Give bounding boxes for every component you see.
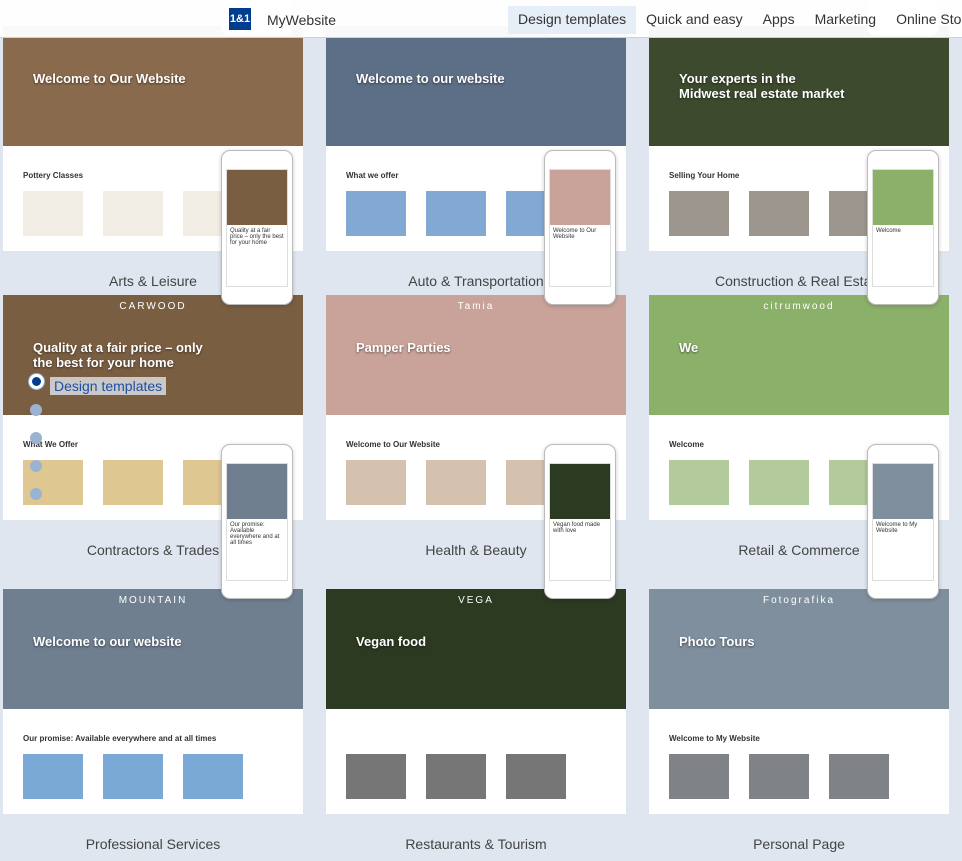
preview-content-image: [669, 191, 729, 236]
mobile-preview-screen: Welcome to My Website: [872, 463, 934, 581]
mobile-preview-screen: Our promise: Available everywhere and at…: [226, 463, 288, 581]
product-name[interactable]: MyWebsite: [267, 12, 336, 28]
preview-hero-image: MOUNTAIN Welcome to our website: [3, 589, 303, 709]
pager-dot[interactable]: [30, 404, 42, 416]
preview-headline: Welcome to our website: [356, 71, 505, 86]
pager-dot[interactable]: [30, 460, 42, 472]
preview-section-title: Pottery Classes: [23, 171, 84, 180]
preview-headline: Welcome to our website: [33, 634, 182, 649]
mobile-hero-image: [873, 170, 933, 225]
mobile-preview-title: Quality at a fair price – only the best …: [230, 228, 284, 246]
preview-content-image: [346, 191, 406, 236]
preview-content-image: [426, 460, 486, 505]
preview-headline: Pamper Parties: [356, 340, 451, 355]
nav-item-marketing[interactable]: Marketing: [805, 6, 886, 34]
preview-section-title: Selling Your Home: [669, 171, 740, 180]
template-category-label[interactable]: Personal Page: [649, 836, 949, 852]
preview-hero-image: Welcome to our website: [326, 26, 626, 146]
template-preview[interactable]: VEGA Vegan food: [326, 589, 626, 814]
preview-content-image: [103, 191, 163, 236]
preview-content-image: [103, 754, 163, 799]
mobile-preview-title: Welcome: [876, 228, 901, 234]
brand-logo[interactable]: 1&1: [229, 8, 251, 30]
preview-headline: Vegan food: [356, 634, 427, 649]
mobile-hero-image: [227, 464, 287, 519]
template-category-label[interactable]: Restaurants & Tourism: [326, 836, 626, 852]
preview-headline: Quality at a fair price – only the best …: [33, 340, 203, 370]
mobile-preview-screen: Vegan food made with love: [549, 463, 611, 581]
preview-hero-image: Tamia Pamper Parties: [326, 295, 626, 415]
pager-dot[interactable]: [30, 432, 42, 444]
preview-hero-image: citrumwood We: [649, 295, 949, 415]
preview-hero-image: CARWOOD Quality at a fair price – only th…: [3, 295, 303, 415]
mobile-preview-title: Welcome to Our Website: [553, 228, 597, 240]
mobile-preview-screen: Welcome to Our Website: [549, 169, 611, 287]
preview-content-image: [829, 754, 889, 799]
preview-headline: Welcome to Our Website: [33, 71, 186, 86]
preview-content-image: [749, 754, 809, 799]
template-preview[interactable]: Fotografika Photo Tours Welcome to My Webs…: [649, 589, 949, 814]
preview-headline: Your experts in the Midwest real estate …: [679, 71, 845, 101]
mobile-preview-screen: Welcome: [872, 169, 934, 287]
preview-content-image: [426, 191, 486, 236]
mobile-preview-phone: Welcome: [867, 150, 939, 305]
main-nav: Design templates Quick and easy Apps Market…: [508, 6, 962, 34]
mobile-preview-phone: Vegan food made with love: [544, 444, 616, 599]
preview-content-image: [346, 754, 406, 799]
preview-content-image: [183, 754, 243, 799]
mobile-hero-image: [550, 464, 610, 519]
preview-hero-image: Fotografika Photo Tours: [649, 589, 949, 709]
preview-content-image: [669, 460, 729, 505]
mobile-preview-phone: Our promise: Available everywhere and at…: [221, 444, 293, 599]
nav-item-quick-and-easy[interactable]: Quick and easy: [636, 6, 753, 34]
template-preview[interactable]: MOUNTAIN Welcome to our website Our promis…: [3, 589, 303, 814]
preview-content-image: [346, 460, 406, 505]
preview-content-image: [749, 460, 809, 505]
nav-item-apps[interactable]: Apps: [753, 6, 805, 34]
mobile-hero-image: [550, 170, 610, 225]
mobile-hero-image: [873, 464, 933, 519]
preview-section-title: Our promise: Available everywhere and at…: [23, 734, 217, 743]
preview-content-image: [23, 754, 83, 799]
mobile-preview-phone: Welcome to Our Website: [544, 150, 616, 305]
preview-content-image: [669, 754, 729, 799]
pager-dot[interactable]: [28, 374, 44, 389]
preview-content-image: [103, 460, 163, 505]
preview-content-image: [23, 191, 83, 236]
mobile-preview-phone: Welcome to My Website: [867, 444, 939, 599]
preview-hero-image: VEGA Vegan food: [326, 589, 626, 709]
nav-item-design-templates[interactable]: Design templates: [508, 6, 637, 34]
preview-content-image: [506, 754, 566, 799]
preview-section-title: Welcome: [669, 440, 704, 449]
mobile-preview-phone: Quality at a fair price – only the best …: [221, 150, 293, 305]
preview-hero-image: Your experts in the Midwest real estate …: [649, 26, 949, 146]
template-category-label[interactable]: Professional Services: [3, 836, 303, 852]
preview-section-title: Welcome to Our Website: [346, 440, 440, 449]
pager-dot[interactable]: [30, 488, 42, 500]
preview-hero-image: Welcome to Our Website: [3, 26, 303, 146]
preview-section-title: What we offer: [346, 171, 399, 180]
preview-content-image: [426, 754, 486, 799]
mobile-preview-title: Vegan food made with love: [553, 522, 601, 534]
preview-headline: Photo Tours: [679, 634, 755, 649]
preview-content-image: [749, 191, 809, 236]
preview-section-title: Welcome to My Website: [669, 734, 760, 743]
top-nav-bar: 1&1 MyWebsite Design templates Quick and …: [0, 0, 962, 38]
mobile-hero-image: [227, 170, 287, 225]
nav-item-online-store[interactable]: Online Store: [886, 6, 962, 34]
section-pager-label: Design templates: [50, 377, 167, 395]
mobile-preview-screen: Quality at a fair price – only the best …: [226, 169, 288, 287]
mobile-preview-title: Welcome to My Website: [876, 522, 918, 534]
preview-headline: We: [679, 340, 699, 355]
mobile-preview-title: Our promise: Available everywhere and at…: [230, 522, 280, 546]
